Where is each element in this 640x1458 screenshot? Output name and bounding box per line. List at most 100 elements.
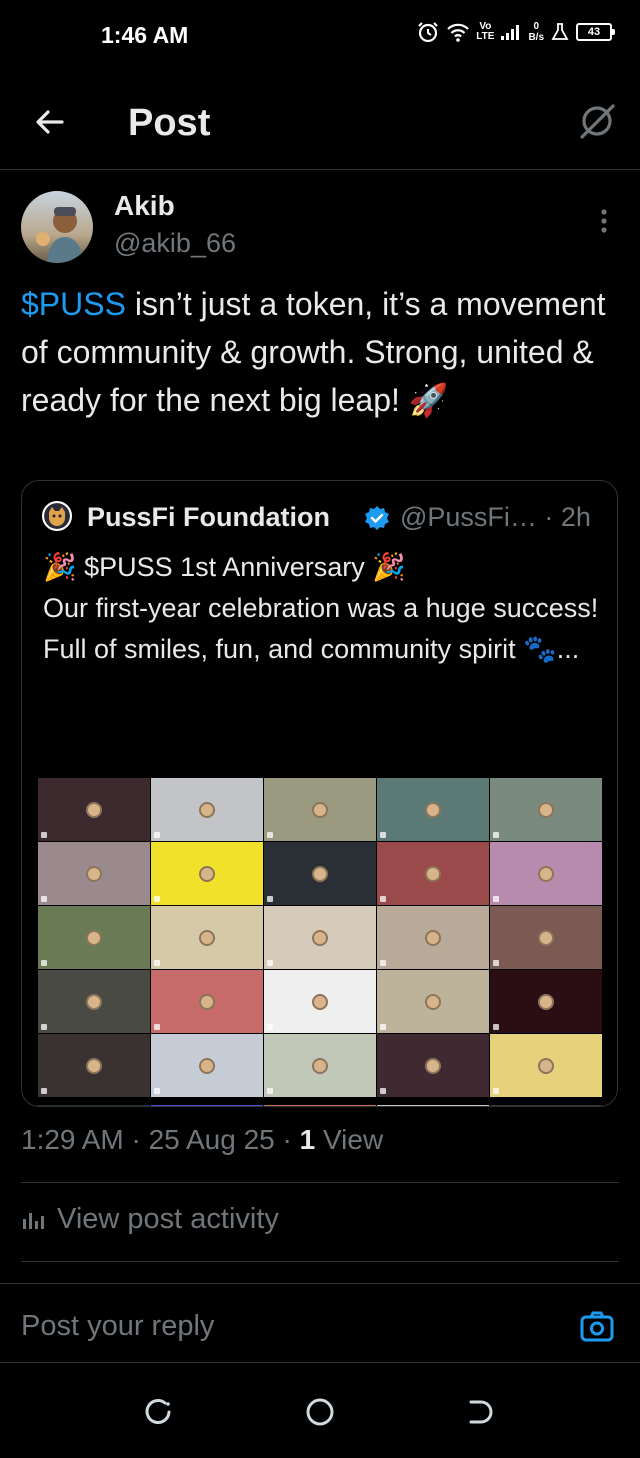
participant-avatar	[86, 993, 102, 1010]
status-time: 1:46 AM	[101, 22, 189, 48]
participant-avatar	[199, 993, 215, 1010]
view-post-activity-button[interactable]: View post activity	[21, 1203, 279, 1236]
quote-avatar	[42, 501, 72, 531]
video-call-tile	[151, 970, 263, 1033]
video-call-tile	[377, 906, 489, 969]
flask-icon	[551, 23, 569, 40]
video-call-tile	[490, 970, 602, 1033]
participant-avatar	[425, 1057, 441, 1074]
participant-avatar	[425, 929, 441, 946]
home-icon[interactable]	[303, 1395, 337, 1429]
camera-icon[interactable]	[579, 1309, 615, 1345]
netspeed-value: 0	[533, 21, 539, 32]
participant-avatar	[538, 865, 554, 882]
netspeed: 0 B/s	[528, 21, 544, 43]
mic-icon	[41, 1088, 47, 1094]
view-post-activity-label: View post activity	[57, 1203, 279, 1235]
volte-indicator: Vo LTE	[476, 22, 494, 42]
netspeed-unit: B/s	[528, 32, 544, 43]
cashtag-link[interactable]: $PUSS	[21, 286, 126, 322]
quoted-post[interactable]: PussFi Foundation @PussFi… · 2h 🎉 $PUSS …	[21, 480, 618, 1107]
video-call-tile	[38, 970, 150, 1033]
video-call-tile	[151, 778, 263, 841]
mic-icon	[267, 1088, 273, 1094]
video-call-tile	[264, 970, 376, 1033]
video-call-tile	[151, 906, 263, 969]
participant-avatar	[538, 929, 554, 946]
video-call-tile	[151, 842, 263, 905]
lte-label: LTE	[476, 31, 495, 42]
participant-avatar	[425, 865, 441, 882]
participant-avatar	[199, 801, 215, 818]
participant-avatar	[538, 1057, 554, 1074]
avatar[interactable]	[21, 191, 93, 263]
video-call-tile	[490, 1034, 602, 1097]
participant-avatar	[312, 1057, 328, 1074]
mic-icon	[493, 1088, 499, 1094]
quote-line-1: 🎉 $PUSS 1st Anniversary 🎉	[43, 552, 406, 582]
more-options-icon[interactable]	[594, 206, 614, 236]
mic-icon	[267, 960, 273, 966]
video-call-tile-partial	[264, 1105, 376, 1106]
mic-icon	[267, 1024, 273, 1030]
mic-icon	[154, 1088, 160, 1094]
grok-icon[interactable]	[576, 100, 618, 142]
avatar-image	[36, 207, 83, 263]
participant-avatar	[538, 801, 554, 818]
views-label: View	[315, 1124, 384, 1155]
mic-icon	[493, 960, 499, 966]
reply-input[interactable]	[21, 1310, 541, 1343]
mic-icon	[154, 896, 160, 902]
mic-icon	[154, 1024, 160, 1030]
video-call-tile-partial	[151, 1105, 263, 1106]
battery-icon: 43	[576, 23, 615, 41]
mic-icon	[380, 1024, 386, 1030]
video-call-tile	[264, 842, 376, 905]
participant-avatar	[425, 993, 441, 1010]
cat-logo-icon	[44, 503, 70, 529]
mic-icon	[380, 832, 386, 838]
participant-avatar	[199, 865, 215, 882]
back-nav-icon[interactable]	[463, 1395, 497, 1429]
mic-icon	[380, 960, 386, 966]
author-handle[interactable]: @akib_66	[114, 228, 236, 259]
participant-avatar	[199, 929, 215, 946]
alarm-icon	[418, 22, 439, 43]
divider	[21, 1261, 619, 1262]
video-call-tile	[377, 778, 489, 841]
quote-line-3: Full of smiles, fun, and community spiri…	[43, 634, 580, 664]
participant-avatar	[312, 865, 328, 882]
mic-icon	[267, 896, 273, 902]
divider	[21, 1182, 619, 1183]
mic-icon	[493, 896, 499, 902]
participant-avatar	[199, 1057, 215, 1074]
quote-line-2: Our first-year celebration was a huge su…	[43, 593, 599, 623]
mic-icon	[41, 832, 47, 838]
author-name[interactable]: Akib	[114, 190, 175, 222]
status-icons: Vo LTE 0 B/s 43	[416, 20, 615, 44]
quote-image-grid[interactable]	[38, 778, 603, 1106]
quote-text: 🎉 $PUSS 1st Anniversary 🎉 Our first-year…	[43, 547, 603, 670]
page-title: Post	[128, 102, 211, 144]
signal-icon	[501, 25, 520, 40]
mic-icon	[380, 896, 386, 902]
video-call-tile	[377, 1034, 489, 1097]
video-call-tile	[264, 906, 376, 969]
mic-icon	[154, 832, 160, 838]
arrow-left-icon[interactable]	[30, 102, 70, 142]
mic-icon	[380, 1088, 386, 1094]
quote-handle-time: @PussFi… · 2h	[400, 502, 591, 532]
recent-apps-icon[interactable]	[142, 1395, 176, 1429]
video-call-tile	[151, 1034, 263, 1097]
post-timestamp: 1:29 AM · 25 Aug 25 ·	[21, 1124, 300, 1155]
bar-chart-icon	[23, 1212, 44, 1229]
video-call-tile	[38, 906, 150, 969]
participant-avatar	[86, 1057, 102, 1074]
verified-badge-icon	[365, 506, 389, 530]
mic-icon	[41, 896, 47, 902]
participant-avatar	[538, 993, 554, 1010]
quote-image-strip	[38, 1105, 603, 1106]
reply-bar	[0, 1283, 640, 1363]
participant-avatar	[86, 865, 102, 882]
post-text: $PUSS isn’t just a token, it’s a movemen…	[21, 280, 621, 424]
